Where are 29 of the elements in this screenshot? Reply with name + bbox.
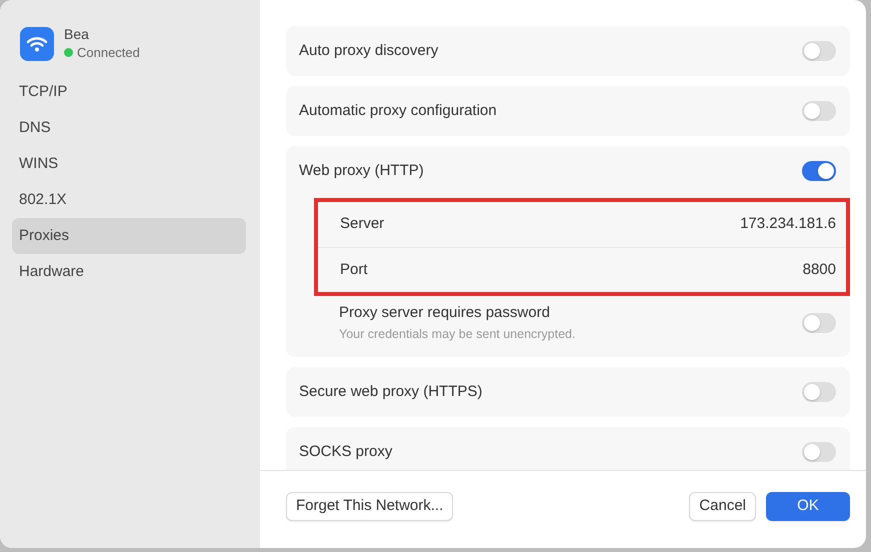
toggle-switch[interactable] — [802, 41, 836, 61]
proxy-label: Web proxy (HTTP) — [299, 160, 424, 181]
warning-note: Your credentials may be sent unencrypted. — [339, 326, 576, 343]
sidebar-item[interactable]: WINS — [12, 146, 246, 182]
proxy-label: Automatic proxy configuration — [299, 100, 497, 121]
toggle-switch[interactable] — [802, 442, 836, 462]
wifi-icon — [20, 27, 54, 62]
field-label: Port — [340, 260, 368, 280]
input-field[interactable]: 8800 — [636, 258, 836, 282]
sidebar-item[interactable]: Hardware — [12, 254, 246, 290]
sidebar-item[interactable]: TCP/IP — [12, 74, 246, 110]
proxy-label: Auto proxy discovery — [299, 40, 438, 61]
sidebar-item[interactable]: Proxies — [12, 218, 246, 254]
network-name: Bea — [64, 26, 90, 43]
ok-button[interactable]: OK — [766, 492, 850, 521]
sidebar-item[interactable]: 802.1X — [12, 182, 246, 218]
input-field[interactable]: 173.234.181.6 — [636, 213, 836, 236]
proxy-label: SOCKS proxy — [299, 442, 392, 462]
connection-status: Connected — [77, 44, 140, 62]
toggle-switch[interactable] — [802, 161, 836, 181]
toggle-switch[interactable] — [802, 382, 836, 402]
option-label: Proxy server requires password — [339, 303, 551, 323]
forget-network-button[interactable]: Forget This Network... — [286, 492, 454, 521]
proxy-label: Secure web proxy (HTTPS) — [299, 382, 482, 402]
field-label: Server — [340, 214, 384, 234]
toggle-switch[interactable] — [802, 101, 836, 121]
cancel-button[interactable]: Cancel — [689, 492, 756, 521]
toggle-switch[interactable] — [802, 312, 836, 333]
sidebar-item[interactable]: DNS — [12, 110, 246, 146]
